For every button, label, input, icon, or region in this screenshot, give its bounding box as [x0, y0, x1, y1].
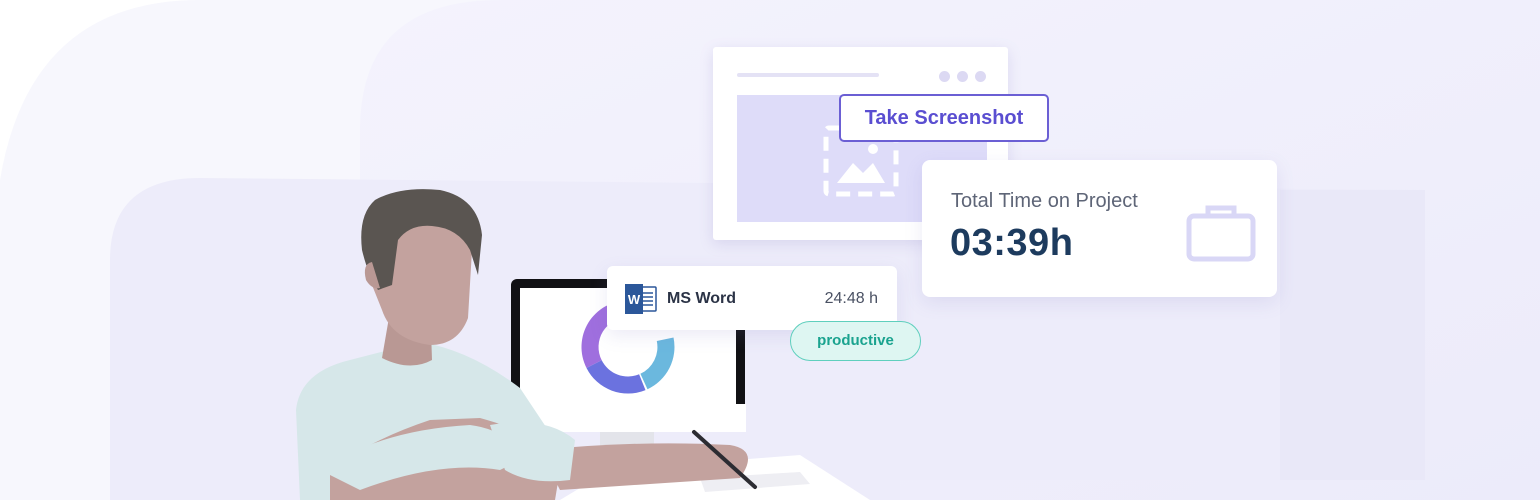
total-time-value: 03:39h — [950, 222, 1074, 264]
window-dot — [975, 71, 986, 82]
svg-text:W: W — [628, 292, 641, 307]
window-dot — [957, 71, 968, 82]
app-duration: 24:48 h — [824, 290, 878, 307]
total-time-label: Total Time on Project — [951, 190, 1138, 212]
briefcase-icon — [1186, 205, 1256, 262]
browser-address-bar — [737, 73, 879, 77]
window-dot — [939, 71, 950, 82]
total-time-card: Total Time on Project 03:39h — [922, 160, 1277, 297]
take-screenshot-button[interactable]: Take Screenshot — [839, 94, 1049, 142]
productive-status-badge: productive — [790, 321, 921, 361]
ms-word-icon: W — [625, 284, 657, 314]
app-name: MS Word — [667, 290, 737, 307]
